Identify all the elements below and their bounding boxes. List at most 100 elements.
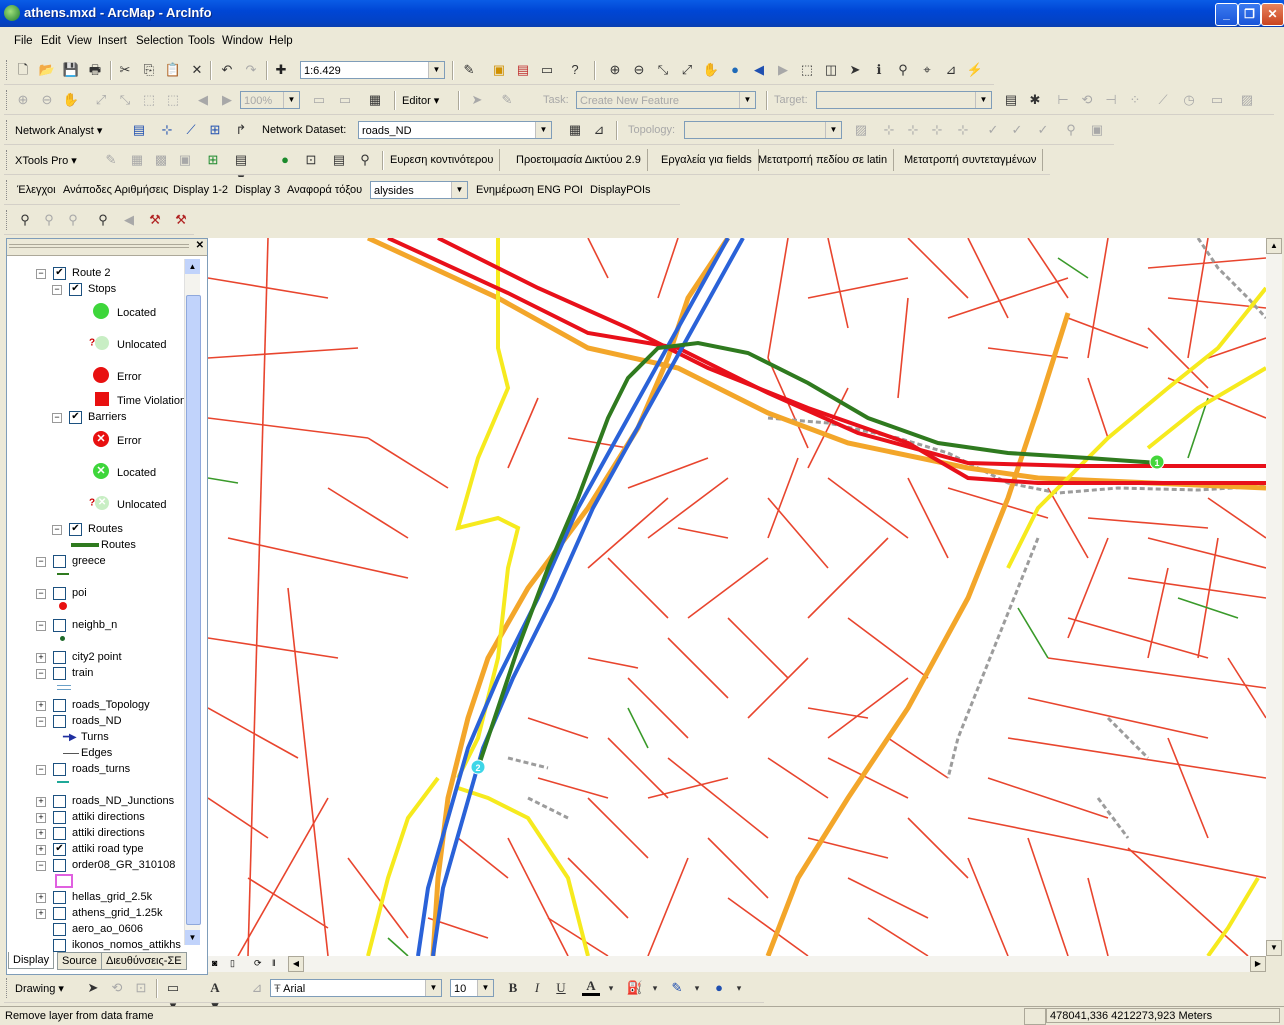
layer-checkbox[interactable]: [53, 715, 66, 728]
font-size-combo[interactable]: 10 ▼: [450, 979, 494, 997]
expander-icon[interactable]: −: [36, 765, 46, 775]
maximize-button[interactable]: ❐: [1238, 3, 1261, 26]
expander-icon[interactable]: −: [36, 589, 46, 599]
target-combo[interactable]: ▼: [816, 91, 992, 109]
topology-cluster-icon[interactable]: ⊹: [954, 121, 972, 139]
copy-icon[interactable]: ⎘: [140, 61, 158, 79]
validate-all-icon[interactable]: ✓: [1034, 121, 1052, 139]
close-icon[interactable]: ✕: [196, 240, 204, 251]
chevron-down-icon[interactable]: ▼: [451, 182, 467, 198]
close-button[interactable]: ✕: [1261, 3, 1284, 26]
font-color-button[interactable]: A: [582, 979, 600, 996]
route-tool-5-icon[interactable]: ◀: [120, 211, 138, 229]
expander-icon[interactable]: +: [36, 845, 46, 855]
toc-scroll-thumb[interactable]: [186, 295, 201, 925]
split-tool-icon[interactable]: ⊢: [1054, 91, 1072, 109]
go-to-xy-icon[interactable]: ⌖: [918, 61, 936, 79]
layout-forward-icon[interactable]: ▶: [218, 91, 236, 109]
layer-checkbox[interactable]: [53, 811, 66, 824]
clear-selection-icon[interactable]: ◫: [822, 61, 840, 79]
redo-icon[interactable]: ↷: [242, 61, 260, 79]
expander-icon[interactable]: −: [36, 621, 46, 631]
chevron-down-icon[interactable]: ▼: [477, 980, 493, 996]
chevron-down-icon[interactable]: ▾: [646, 979, 664, 997]
image-view-icon[interactable]: ▨: [1238, 91, 1256, 109]
layer-checkbox[interactable]: [53, 587, 66, 600]
forward-arrow-icon[interactable]: ▶: [774, 61, 792, 79]
expander-icon[interactable]: −: [52, 525, 62, 535]
chevron-down-icon[interactable]: ▼: [428, 62, 444, 78]
zoom-100-icon[interactable]: ⤡: [116, 91, 134, 109]
route-tool-3-icon[interactable]: ⚲: [64, 211, 82, 229]
xtools-table-view-icon[interactable]: ▤: [330, 151, 348, 169]
tab-source[interactable]: Source: [57, 952, 102, 970]
whats-this-icon[interactable]: ?: [566, 61, 584, 79]
create-location-icon[interactable]: ⊹: [158, 121, 176, 139]
line-color-icon[interactable]: ✎: [668, 979, 686, 997]
layout-view-toggle-icon[interactable]: ▯: [230, 958, 235, 969]
edit-vertices-icon[interactable]: ⊿: [248, 979, 266, 997]
undo-icon[interactable]: ↶: [218, 61, 236, 79]
print-icon[interactable]: 🖶: [86, 61, 104, 79]
layer-checkbox[interactable]: ✔: [53, 843, 66, 856]
alysides-combo[interactable]: alysides ▼: [370, 181, 468, 199]
sketch-properties-icon[interactable]: ✱: [1026, 91, 1044, 109]
topology-edit-tool-icon[interactable]: ⊹: [880, 121, 898, 139]
save-icon[interactable]: 💾: [62, 61, 80, 79]
measure-icon[interactable]: ⊿: [942, 61, 960, 79]
layer-checkbox[interactable]: [53, 667, 66, 680]
layer-checkbox[interactable]: ✔: [69, 411, 82, 424]
layer-checkbox[interactable]: [53, 859, 66, 872]
layout-zoom-combo[interactable]: 100% ▼: [240, 91, 300, 109]
xtools-identify-icon[interactable]: ●: [276, 151, 294, 169]
fixed-zoom-layout-out-icon[interactable]: ⬚: [164, 91, 182, 109]
map-horizontal-scrollbar[interactable]: ◙ ▯ ⟳ ‖ ◀ ▶: [208, 956, 1266, 972]
zoom-whole-page-icon[interactable]: ⤢: [92, 91, 110, 109]
zoom-out-layout-icon[interactable]: ⊖: [38, 91, 56, 109]
task-combo[interactable]: Create New Feature ▼: [576, 91, 756, 109]
chevron-down-icon[interactable]: ▼: [975, 92, 991, 108]
arccatalog-icon[interactable]: ▣: [490, 61, 508, 79]
menu-selection[interactable]: Selection: [136, 35, 183, 47]
bold-button[interactable]: B: [504, 979, 522, 997]
map-scale-combo[interactable]: 1:6.429 ▼: [300, 61, 445, 79]
menu-view[interactable]: View: [67, 35, 92, 47]
pan-hand-icon[interactable]: ✋: [702, 61, 720, 79]
zoom-in-layout-icon[interactable]: ⊕: [14, 91, 32, 109]
expander-icon[interactable]: −: [36, 717, 46, 727]
cogo-icon[interactable]: ⟋: [1154, 91, 1172, 109]
rotate-icon[interactable]: ⟲: [108, 979, 126, 997]
select-features-icon[interactable]: ⬚: [798, 61, 816, 79]
validate-extent-icon[interactable]: ✓: [984, 121, 1002, 139]
select-elements-icon[interactable]: ➤: [84, 979, 102, 997]
pan-layout-icon[interactable]: ✋: [62, 91, 80, 109]
data-view-icon[interactable]: ▭: [1208, 91, 1226, 109]
zoom-selected-icon[interactable]: ⊡: [132, 979, 150, 997]
select-elements-icon[interactable]: ➤: [846, 61, 864, 79]
toggle-draft-icon[interactable]: ▭: [310, 91, 328, 109]
tab-display[interactable]: Display: [8, 952, 55, 969]
expander-icon[interactable]: −: [36, 669, 46, 679]
chevron-down-icon[interactable]: ▼: [739, 92, 755, 108]
route-tool-6-icon[interactable]: ⚒: [146, 211, 164, 229]
chevron-down-icon[interactable]: ▾: [602, 979, 620, 997]
xtools-shape-icon[interactable]: ▣: [176, 151, 194, 169]
scroll-up-icon[interactable]: ▲: [1266, 238, 1282, 254]
layer-checkbox[interactable]: [53, 795, 66, 808]
expander-icon[interactable]: +: [36, 797, 46, 807]
expander-icon[interactable]: +: [36, 829, 46, 839]
toolbar-grip[interactable]: [6, 150, 10, 170]
fix-errors-icon[interactable]: ▣: [1088, 121, 1106, 139]
display-pois-button[interactable]: DisplayPOIs: [590, 184, 651, 196]
arc-report-button[interactable]: Αναφορά τόξου: [287, 184, 362, 196]
scroll-left-icon[interactable]: ◀: [288, 956, 304, 972]
fixed-zoom-out-icon[interactable]: ⤢: [678, 61, 696, 79]
snapping-icon[interactable]: ⁘: [1126, 91, 1144, 109]
xtools-select-icon[interactable]: ⊡: [302, 151, 320, 169]
layer-checkbox[interactable]: ✔: [53, 267, 66, 280]
chevron-down-icon[interactable]: ▼: [825, 122, 841, 138]
layer-checkbox[interactable]: [53, 651, 66, 664]
expander-icon[interactable]: −: [52, 413, 62, 423]
field-to-latin-button[interactable]: Μετατροπή πεδίου σε latin: [752, 149, 895, 171]
measure-edit-icon[interactable]: ◷: [1180, 91, 1198, 109]
